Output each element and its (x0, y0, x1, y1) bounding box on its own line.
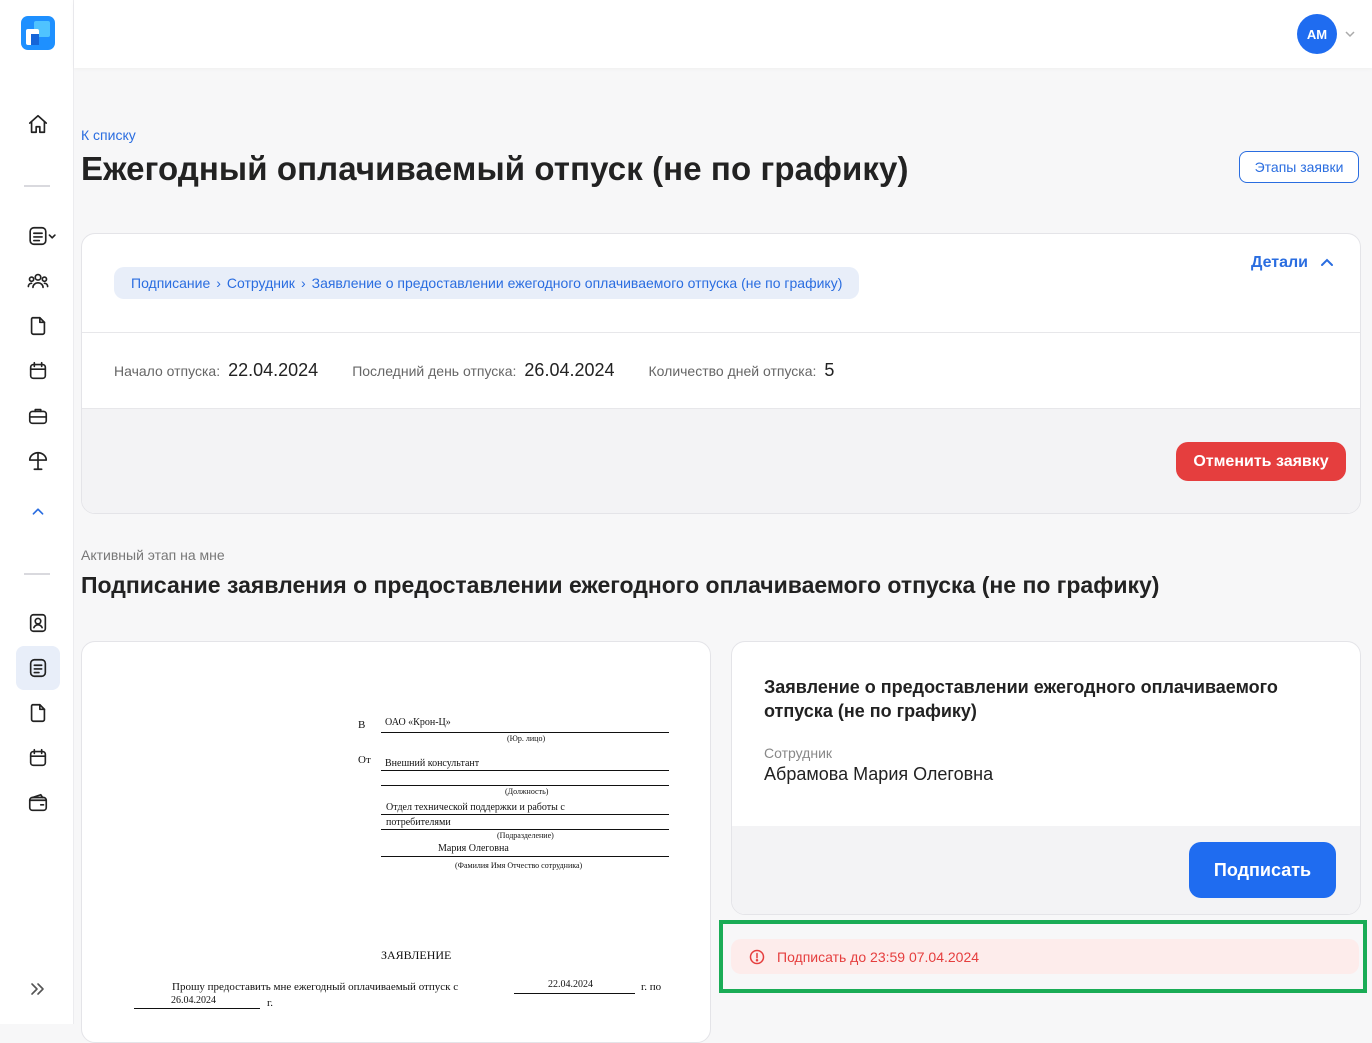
file-icon[interactable] (24, 312, 52, 340)
deadline-alert: Подписать до 23:59 07.04.2024 (731, 939, 1359, 974)
deadline-text: Подписать до 23:59 07.04.2024 (777, 948, 980, 965)
doc-line (134, 1008, 260, 1009)
doc-date-to: 26.04.2024 (171, 995, 216, 1006)
doc-line (381, 770, 669, 771)
back-to-list-link[interactable]: К списку (81, 127, 136, 143)
requests-icon[interactable] (24, 654, 52, 682)
doc-date-from: 22.04.2024 (548, 979, 593, 990)
field-value: 5 (824, 360, 835, 380)
doc-caption: (Фамилия Имя Отчество сотрудника) (455, 861, 583, 870)
doc-line (381, 829, 669, 830)
sign-button[interactable]: Подписать (1189, 842, 1336, 898)
summary-footer: Отменить заявку (82, 408, 1360, 513)
document-preview[interactable]: В ОАО «Крон-Ц» (Юр. лицо) От Внешний кон… (81, 641, 711, 1043)
doc-year-suffix: г. (267, 997, 274, 1009)
field-value: 22.04.2024 (228, 360, 319, 380)
doc-line (381, 785, 669, 786)
vacation-umbrella-icon[interactable] (24, 447, 52, 475)
user-avatar[interactable]: АМ (1297, 14, 1337, 54)
doc-from-prefix: От (358, 754, 371, 766)
sidebar-divider (24, 185, 50, 187)
alert-circle-icon (749, 949, 765, 964)
profile-card-icon[interactable] (24, 609, 52, 637)
sign-panel: Заявление о предоставлении ежегодного оп… (731, 641, 1361, 915)
details-toggle[interactable]: Детали (1251, 254, 1334, 272)
doc-line (381, 732, 669, 733)
home-icon[interactable] (24, 110, 52, 138)
chevron-up-icon (1321, 258, 1333, 266)
details-label: Детали (1250, 254, 1308, 271)
file-icon[interactable] (24, 699, 52, 727)
sidebar-divider (24, 573, 50, 575)
employee-name: Абрамова Мария Олеговна (764, 764, 994, 784)
sign-document-title: Заявление о предоставлении ежегодного оп… (764, 677, 1278, 721)
field-label: Начало отпуска: (114, 363, 221, 379)
sign-panel-footer: Подписать (732, 826, 1360, 914)
calendar-icon[interactable] (24, 357, 52, 385)
divider (82, 332, 1360, 333)
top-bar: АМ (74, 0, 1372, 68)
doc-caption: (Подразделение) (497, 831, 554, 840)
doc-line (381, 814, 669, 815)
team-icon[interactable] (24, 267, 52, 295)
calendar-icon[interactable] (24, 744, 52, 772)
doc-body-text: Прошу предоставить мне ежегодный оплачив… (172, 981, 459, 993)
app-logo-icon[interactable] (21, 16, 55, 50)
vacation-fields: Начало отпуска: 22.04.2024 Последний ден… (114, 360, 868, 381)
breadcrumb: Подписание › Сотрудник › Заявление о пре… (114, 267, 860, 299)
doc-position: Внешний консультант (385, 758, 480, 769)
breadcrumb-separator: › (300, 275, 306, 291)
field-value: 26.04.2024 (524, 360, 615, 380)
doc-org: ОАО «Крон-Ц» (385, 717, 451, 728)
document-list-icon[interactable] (26, 222, 60, 250)
breadcrumb-item[interactable]: Подписание (131, 275, 210, 291)
doc-year-to: г. по (641, 981, 662, 993)
wallet-icon[interactable] (24, 789, 52, 817)
doc-line (381, 856, 669, 857)
doc-employee: Мария Олеговна (438, 843, 509, 854)
doc-heading: ЗАЯВЛЕНИЕ (381, 948, 452, 962)
stages-button[interactable]: Этапы заявки (1239, 151, 1359, 183)
page-title: Ежегодный оплачиваемый отпуск (не по гра… (81, 150, 909, 187)
doc-line (514, 993, 635, 994)
chevron-down-icon[interactable] (1344, 27, 1356, 39)
expand-sidebar-icon[interactable] (28, 979, 48, 999)
breadcrumb-item[interactable]: Сотрудник (227, 275, 295, 291)
stage-title: Подписание заявления о предоставлении еж… (81, 572, 1160, 598)
active-stage-label: Активный этап на мне (81, 547, 225, 563)
doc-caption: (Юр. лицо) (507, 734, 546, 743)
doc-caption: (Должность) (505, 787, 549, 796)
doc-department-line1: Отдел технической поддержки и работы с (386, 802, 565, 813)
cancel-request-button[interactable]: Отменить заявку (1176, 442, 1346, 481)
briefcase-icon[interactable] (24, 402, 52, 430)
breadcrumb-item[interactable]: Заявление о предоставлении ежегодного оп… (312, 275, 843, 291)
breadcrumb-separator: › (216, 275, 221, 291)
chevron-up-icon[interactable] (24, 498, 52, 526)
employee-label: Сотрудник (764, 745, 833, 761)
request-summary-card: Подписание › Сотрудник › Заявление о пре… (81, 233, 1361, 514)
field-label: Последний день отпуска: (352, 363, 517, 379)
field-label: Количество дней отпуска: (648, 363, 817, 379)
doc-to-prefix: В (358, 719, 366, 731)
sidebar (0, 0, 74, 1024)
doc-department-line2: потребителями (386, 817, 451, 828)
